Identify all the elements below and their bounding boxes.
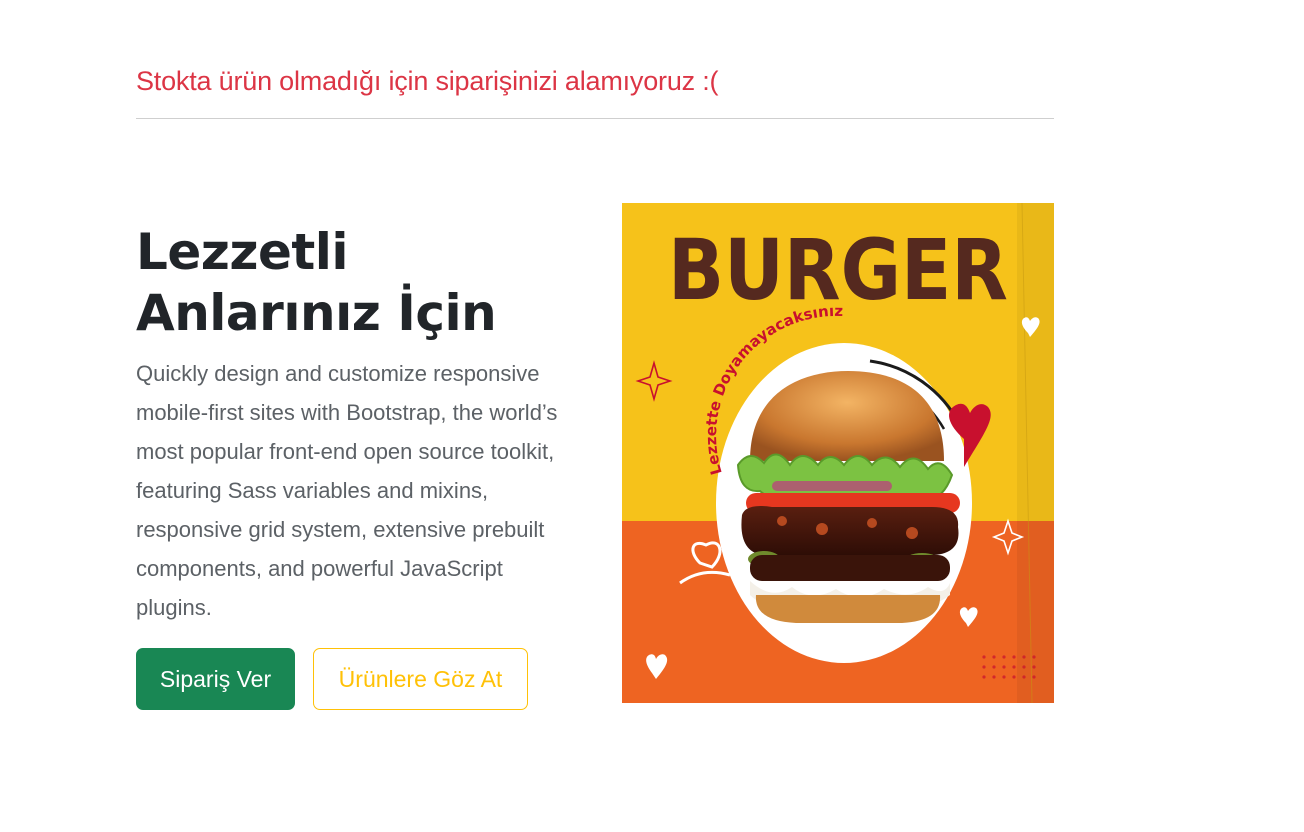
divider: [136, 118, 1054, 119]
out-of-stock-alert: Stokta ürün olmadığı için siparişinizi a…: [136, 66, 719, 96]
patty: [741, 506, 959, 555]
bottom-bun: [755, 595, 941, 623]
hero-description: Quickly design and customize responsive …: [136, 361, 558, 620]
order-button[interactable]: Sipariş Ver: [136, 648, 295, 710]
burger-promo-image: BURGER Lezzette Doyamayacaksınız: [622, 203, 1054, 703]
browse-products-button[interactable]: Ürünlere Göz At: [313, 648, 528, 710]
hero-buttons: Sipariş Ver Ürünlere Göz At: [136, 648, 586, 710]
hero-title: Lezzetli Anlarınız İçin: [136, 223, 497, 342]
page: Stokta ürün olmadığı için siparişinizi a…: [0, 0, 1304, 832]
hero-content: Lezzetli Anlarınız İçin Quickly design a…: [136, 222, 586, 710]
